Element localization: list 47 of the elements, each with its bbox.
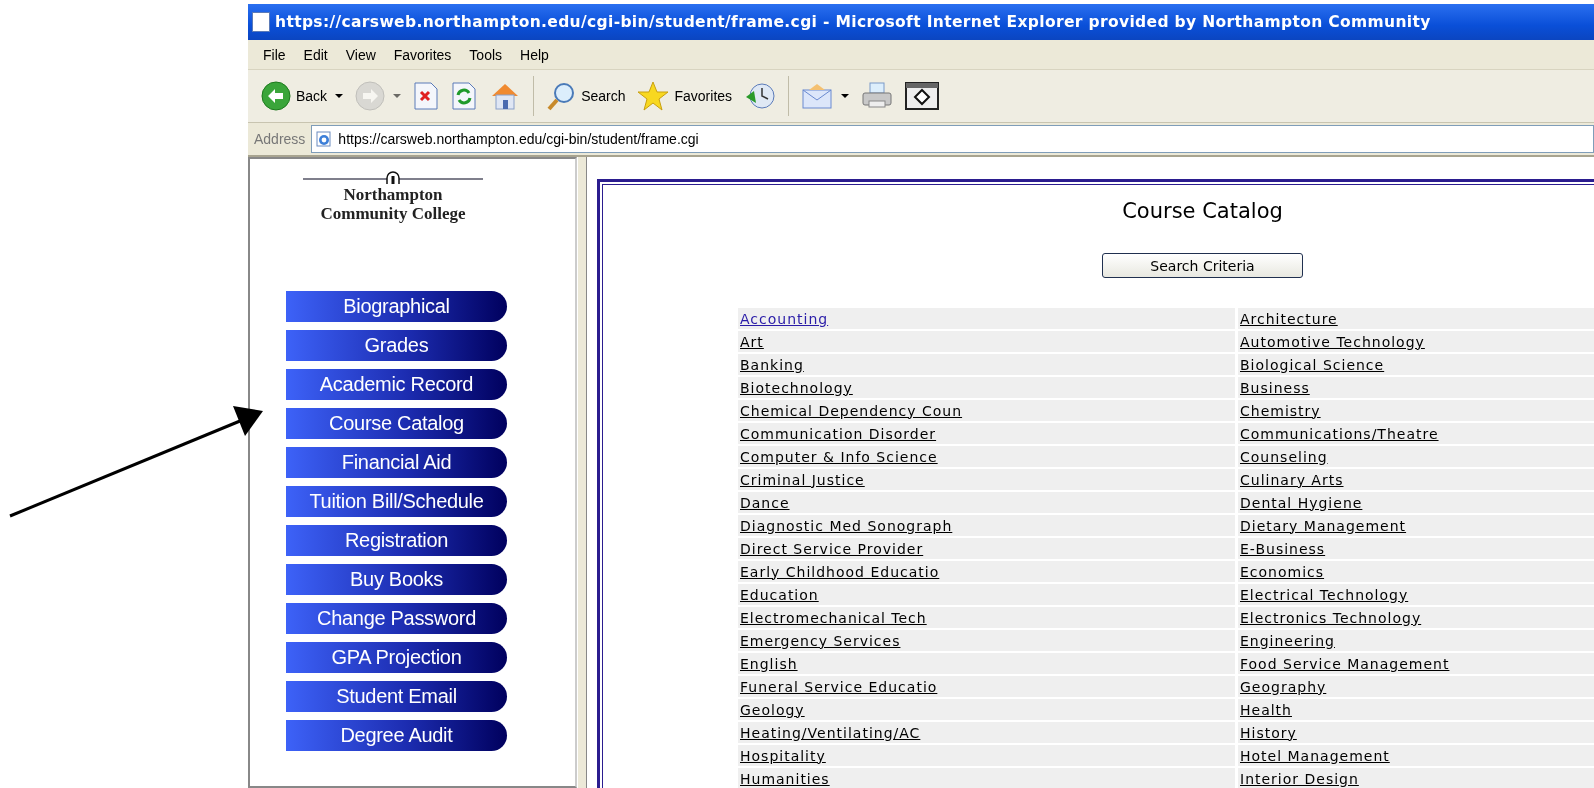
course-link[interactable]: History [1238, 724, 1297, 741]
window-title: https://carsweb.northampton.edu/cgi-bin/student/frame.cgi - Microsoft Internet Explorer provided by Northampton Community [275, 13, 1431, 31]
nav-button[interactable]: Student Email [286, 681, 507, 712]
nav-button[interactable]: GPA Projection [286, 642, 507, 673]
nav-button[interactable]: Course Catalog [286, 408, 507, 439]
search-icon [546, 81, 577, 111]
course-link[interactable]: Geology [738, 701, 805, 718]
course-link[interactable]: Humanities [738, 770, 830, 787]
nav-button[interactable]: Buy Books [286, 564, 507, 595]
course-link[interactable]: Art [738, 333, 764, 350]
course-link[interactable]: Business [1238, 379, 1310, 396]
course-link[interactable]: Hospitality [738, 747, 826, 764]
search-button[interactable]: Search [543, 79, 629, 113]
course-link[interactable]: Education [738, 586, 819, 603]
nav-button[interactable]: Tuition Bill/Schedule [286, 486, 507, 517]
page-heading: Course Catalog [1121, 198, 1284, 223]
menu-item[interactable]: Tools [460, 46, 512, 63]
search-criteria-button[interactable]: Search Criteria [1102, 253, 1303, 278]
page-icon [316, 131, 333, 147]
frame-splitter[interactable] [577, 157, 587, 788]
nav-button[interactable]: Academic Record [286, 369, 507, 400]
address-label: Address [254, 131, 306, 147]
favorites-button[interactable]: Favorites [634, 79, 736, 113]
menu-item[interactable]: Help [511, 46, 558, 63]
course-link[interactable]: English [738, 655, 798, 672]
document-icon [252, 12, 270, 32]
nav-button[interactable]: Change Password [286, 603, 507, 634]
course-link[interactable]: Banking [738, 356, 804, 373]
menu-item[interactable]: Favorites [384, 46, 461, 63]
course-link[interactable]: Accounting [738, 310, 829, 327]
menu-item[interactable]: Edit [294, 46, 337, 63]
star-icon [637, 81, 670, 111]
course-link[interactable]: Dance [738, 494, 790, 511]
course-link[interactable]: Economics [1238, 563, 1325, 580]
address-field[interactable]: https://carsweb.northampton.edu/cgi-bin/student/frame.cgi [311, 125, 1594, 153]
menu-item[interactable]: File [254, 46, 295, 63]
menu-item[interactable]: View [336, 46, 385, 63]
college-logo: Northampton Community College [302, 171, 484, 223]
course-link[interactable]: Health [1238, 701, 1292, 718]
nav-button[interactable]: Financial Aid [286, 447, 507, 478]
nav-button[interactable]: Biographical [286, 291, 507, 322]
nav-button[interactable]: Degree Audit [286, 720, 507, 751]
back-button[interactable]: Back [258, 79, 347, 113]
nav-button[interactable]: Registration [286, 525, 507, 556]
nav-button[interactable]: Grades [286, 330, 507, 361]
course-link[interactable]: Biotechnology [738, 379, 853, 396]
course-link[interactable]: Chemistry [1238, 402, 1321, 419]
